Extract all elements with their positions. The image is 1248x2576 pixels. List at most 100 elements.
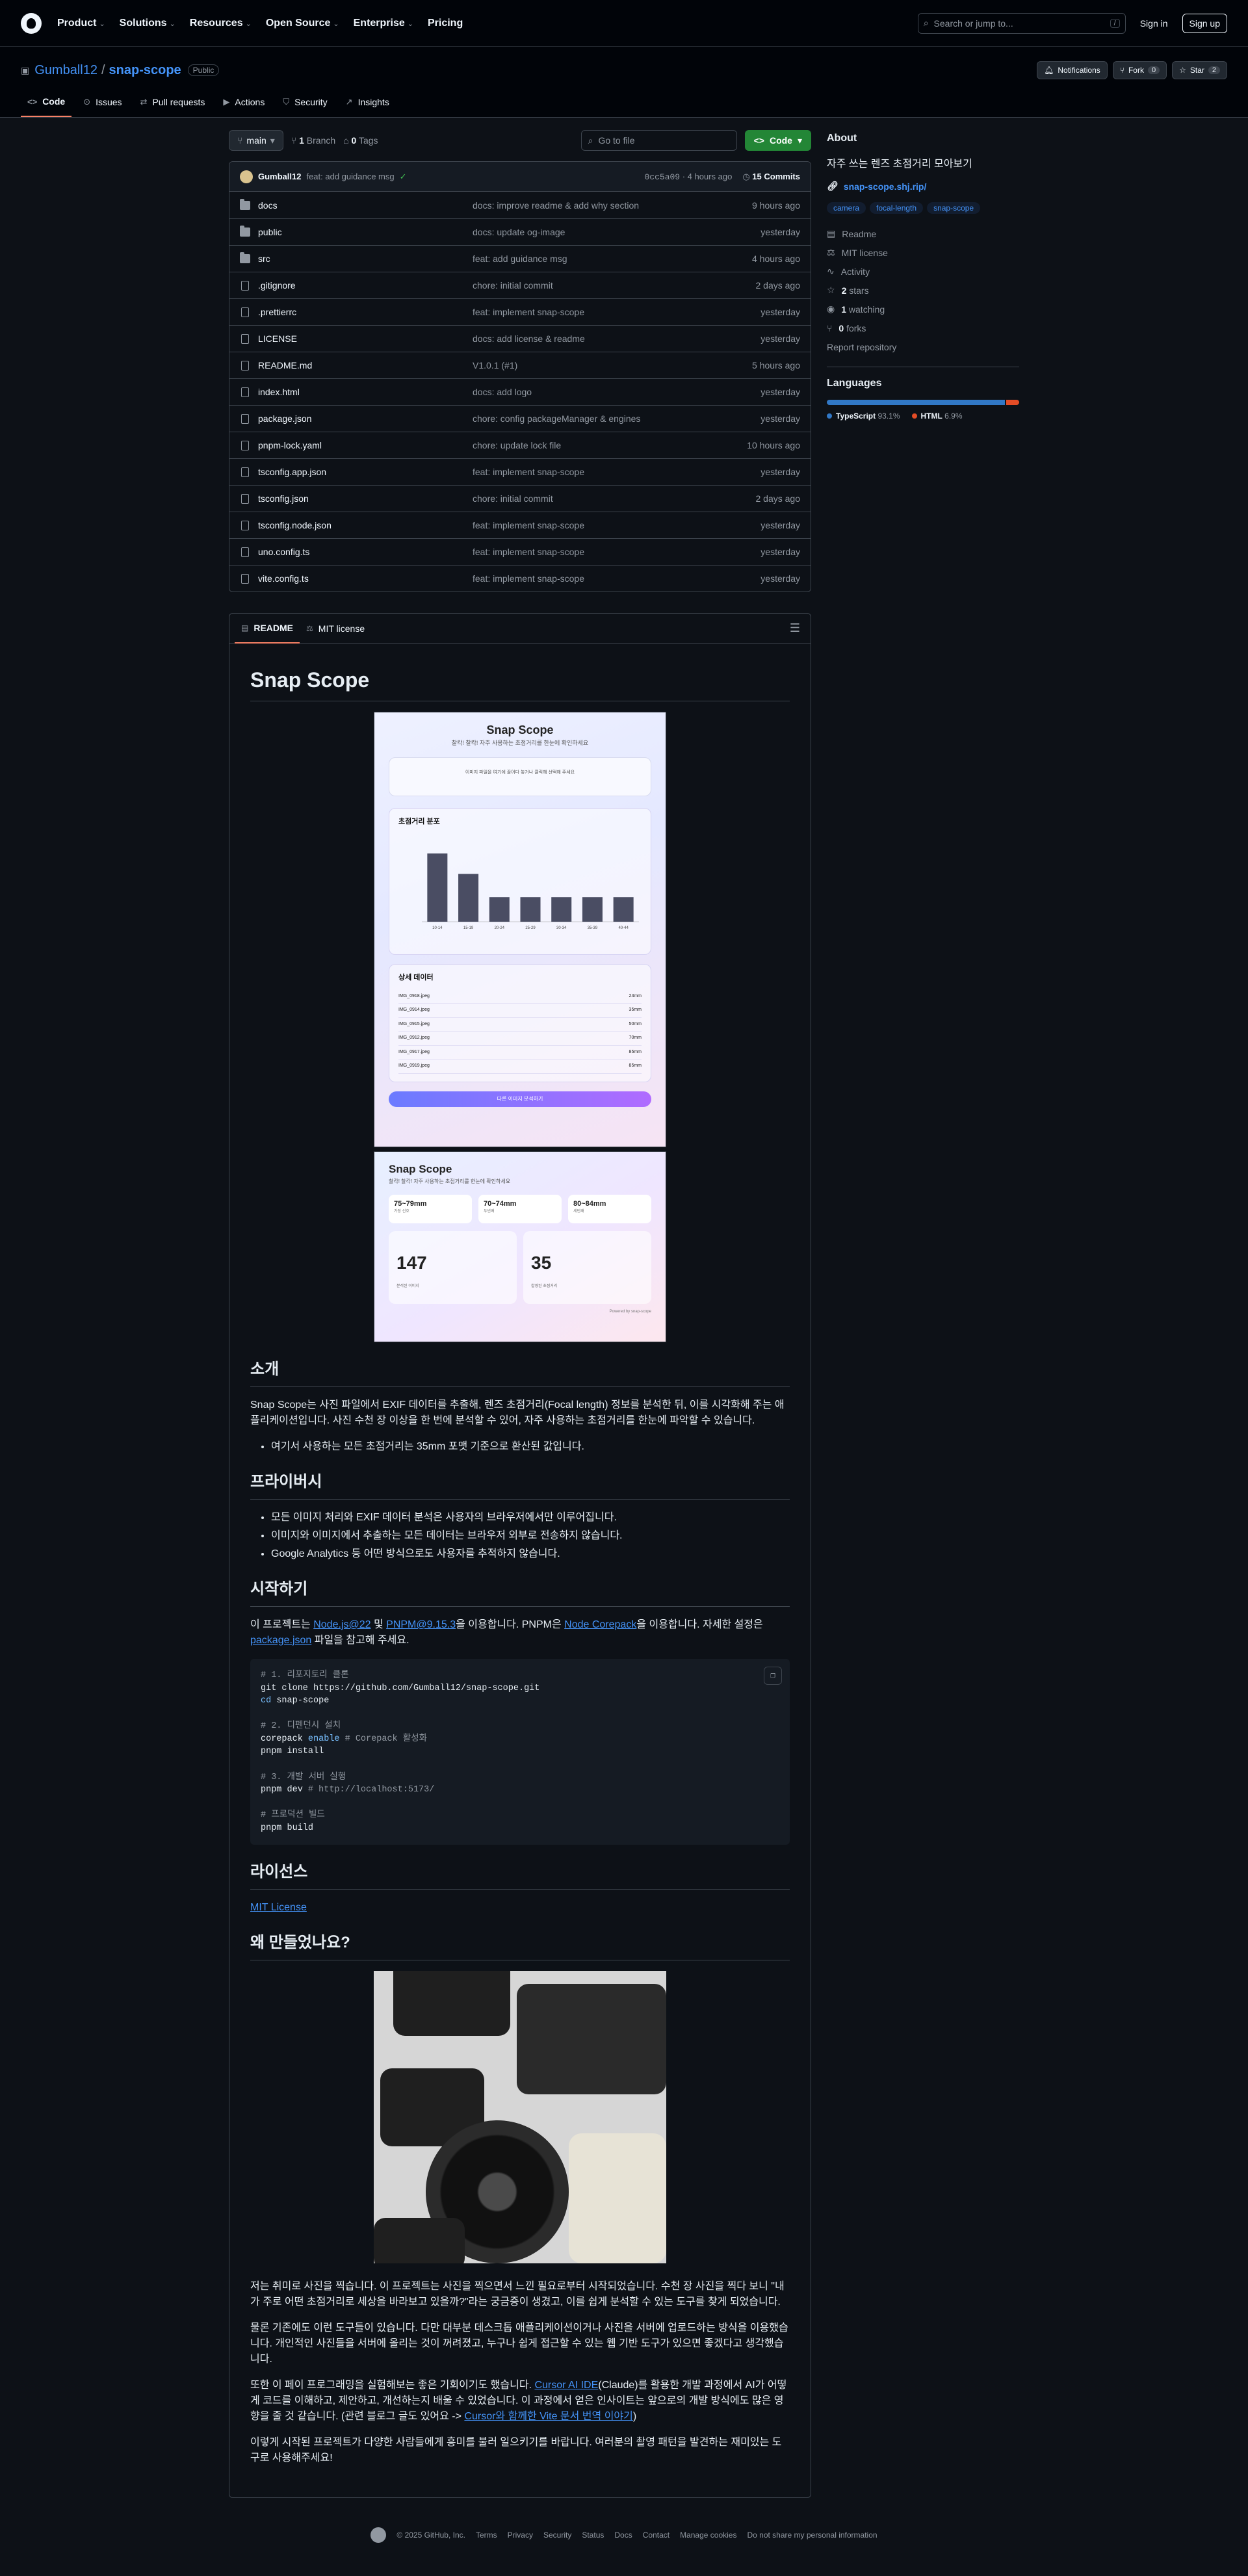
tab-issues[interactable]: ⊙ Issues — [77, 90, 128, 117]
file-name-link[interactable]: tsconfig.app.json — [258, 467, 473, 477]
file-commit-message[interactable]: feat: implement snap-scope — [473, 520, 760, 530]
nav-product[interactable]: Product ⌄ — [57, 18, 105, 29]
file-row[interactable]: LICENSE docs: add license & readme yesterd… — [229, 325, 811, 352]
watching-link[interactable]: ◉ 1 watching — [827, 300, 1019, 319]
file-name-link[interactable]: src — [258, 254, 473, 264]
tags-link[interactable]: ⌂ 0 Tags — [343, 135, 378, 146]
file-commit-message[interactable]: docs: improve readme & add why section — [473, 200, 752, 211]
cursor-ai-link[interactable]: Cursor AI IDE — [534, 2380, 598, 2391]
file-commit-message[interactable]: chore: initial commit — [473, 493, 756, 504]
notifications-button[interactable]: 🔔︎ Notifications — [1037, 61, 1108, 79]
footer-link-security[interactable]: Security — [543, 2530, 571, 2540]
footer-link-status[interactable]: Status — [582, 2530, 604, 2540]
file-commit-message[interactable]: feat: add guidance msg — [473, 254, 752, 264]
nodejs-link[interactable]: Node.js@22 — [313, 1619, 370, 1630]
footer-link-terms[interactable]: Terms — [476, 2530, 497, 2540]
commits-link[interactable]: ◷ 15 Commits — [742, 172, 800, 182]
sign-up-button[interactable]: Sign up — [1182, 13, 1227, 33]
nav-resources[interactable]: Resources ⌄ — [190, 18, 252, 29]
search-input[interactable]: ⌕ Search or jump to... / — [917, 12, 1126, 34]
file-commit-message[interactable]: V1.0.1 (#1) — [473, 360, 752, 371]
file-commit-message[interactable]: feat: implement snap-scope — [473, 547, 760, 557]
repo-name-link[interactable]: snap-scope — [109, 63, 181, 78]
file-row[interactable]: package.json chore: config packageManager… — [229, 405, 811, 432]
footer-link-manage-cookies[interactable]: Manage cookies — [680, 2530, 736, 2540]
file-commit-message[interactable]: chore: config packageManager & engines — [473, 413, 760, 424]
activity-link[interactable]: ∿ Activity — [827, 262, 1019, 281]
file-commit-message[interactable]: feat: implement snap-scope — [473, 467, 760, 477]
file-row[interactable]: tsconfig.node.json feat: implement snap-s… — [229, 512, 811, 538]
topic-tag[interactable]: camera — [827, 202, 866, 214]
file-commit-message[interactable]: docs: update og-image — [473, 227, 760, 237]
go-to-file-input[interactable]: ⌕ Go to file — [580, 130, 737, 151]
nav-solutions[interactable]: Solutions ⌄ — [120, 18, 176, 29]
file-name-link[interactable]: LICENSE — [258, 333, 473, 344]
package-json-link[interactable]: package.json — [250, 1635, 311, 1646]
file-name-link[interactable]: pnpm-lock.yaml — [258, 440, 473, 450]
file-row[interactable]: docs docs: improve readme & add why secti… — [229, 192, 811, 218]
copy-icon[interactable]: ❐ — [764, 1667, 782, 1685]
fork-button[interactable]: ⑂ Fork 0 — [1112, 61, 1167, 79]
file-row[interactable]: pnpm-lock.yaml chore: update lock file 10 … — [229, 432, 811, 458]
file-row[interactable]: uno.config.ts feat: implement snap-scope y… — [229, 538, 811, 565]
branch-select[interactable]: ⑂ main ▾ — [229, 130, 283, 151]
footer-link-do-not-share[interactable]: Do not share my personal information — [747, 2530, 877, 2540]
code-block[interactable]: ❐ # 1. 리포지토리 클론 git clone https://github.… — [250, 1659, 790, 1845]
file-name-link[interactable]: .gitignore — [258, 280, 473, 291]
star-button[interactable]: ☆ Star 2 — [1172, 61, 1227, 79]
file-row[interactable]: tsconfig.app.json feat: implement snap-sc… — [229, 458, 811, 485]
nav-enterprise[interactable]: Enterprise ⌄ — [354, 18, 413, 29]
file-commit-message[interactable]: feat: implement snap-scope — [473, 307, 760, 317]
tab-readme[interactable]: ▤ README — [235, 614, 300, 644]
file-commit-message[interactable]: chore: update lock file — [473, 440, 747, 450]
footer-link-contact[interactable]: Contact — [643, 2530, 670, 2540]
tab-actions[interactable]: ▶ Actions — [216, 90, 271, 117]
file-row[interactable]: .prettierrc feat: implement snap-scope yes… — [229, 298, 811, 325]
file-commit-message[interactable]: docs: add license & readme — [473, 333, 760, 344]
footer-link-privacy[interactable]: Privacy — [508, 2530, 533, 2540]
mit-license-link[interactable]: MIT License — [250, 1902, 307, 1913]
file-commit-message[interactable]: docs: add logo — [473, 387, 760, 397]
file-name-link[interactable]: tsconfig.json — [258, 493, 473, 504]
github-logo-icon[interactable] — [21, 12, 42, 34]
tab-insights[interactable]: ↗ Insights — [339, 90, 396, 117]
topic-tag[interactable]: snap-scope — [927, 202, 981, 214]
github-logo-icon[interactable] — [370, 2527, 387, 2543]
file-row[interactable]: src feat: add guidance msg 4 hours ago — [229, 245, 811, 272]
file-name-link[interactable]: public — [258, 227, 473, 237]
commit-hash[interactable]: 0cc5a09 — [644, 172, 680, 182]
readme-link[interactable]: ▤ Readme — [827, 224, 1019, 243]
file-row[interactable]: public docs: update og-image yesterday — [229, 218, 811, 245]
report-repository-link[interactable]: Report repository — [827, 337, 1019, 356]
file-row[interactable]: index.html docs: add logo yesterday — [229, 378, 811, 405]
branches-link[interactable]: ⑂ 1 Branch — [291, 135, 335, 146]
language-html[interactable]: HTML 6.9% — [911, 411, 963, 421]
file-commit-message[interactable]: feat: implement snap-scope — [473, 573, 760, 584]
footer-link-docs[interactable]: Docs — [614, 2530, 632, 2540]
nav-pricing[interactable]: Pricing — [428, 18, 463, 29]
repo-owner-link[interactable]: Gumball12 — [34, 63, 98, 78]
file-row[interactable]: tsconfig.json chore: initial commit 2 days… — [229, 485, 811, 512]
file-name-link[interactable]: .prettierrc — [258, 307, 473, 317]
commit-message[interactable]: feat: add guidance msg — [306, 172, 394, 181]
avatar[interactable] — [240, 170, 253, 183]
forks-link[interactable]: ⑂ 0 forks — [827, 319, 1019, 337]
file-name-link[interactable]: index.html — [258, 387, 473, 397]
file-name-link[interactable]: package.json — [258, 413, 473, 424]
file-row[interactable]: README.md V1.0.1 (#1) 5 hours ago — [229, 352, 811, 378]
sign-in-link[interactable]: Sign in — [1134, 18, 1175, 29]
file-row[interactable]: vite.config.ts feat: implement snap-scope… — [229, 565, 811, 592]
website-link[interactable]: 🔗︎ snap-scope.shj.rip/ — [827, 181, 1019, 192]
tab-code[interactable]: <> Code — [21, 90, 72, 117]
file-commit-message[interactable]: chore: initial commit — [473, 280, 756, 291]
file-name-link[interactable]: tsconfig.node.json — [258, 520, 473, 530]
license-link[interactable]: ⚖ MIT license — [827, 243, 1019, 262]
commit-author[interactable]: Gumball12 — [258, 172, 301, 181]
file-name-link[interactable]: uno.config.ts — [258, 547, 473, 557]
app-screenshot-1[interactable]: Snap Scope 찰칵! 찰칵! 자주 사용하는 초점거리를 한눈에 확인하… — [374, 712, 666, 1147]
camera-photo[interactable] — [374, 1971, 666, 2264]
tab-license[interactable]: ⚖ MIT license — [300, 614, 371, 644]
corepack-link[interactable]: Node Corepack — [564, 1619, 636, 1630]
language-typescript[interactable]: TypeScript 93.1% — [827, 411, 900, 421]
nav-open-source[interactable]: Open Source ⌄ — [266, 18, 339, 29]
